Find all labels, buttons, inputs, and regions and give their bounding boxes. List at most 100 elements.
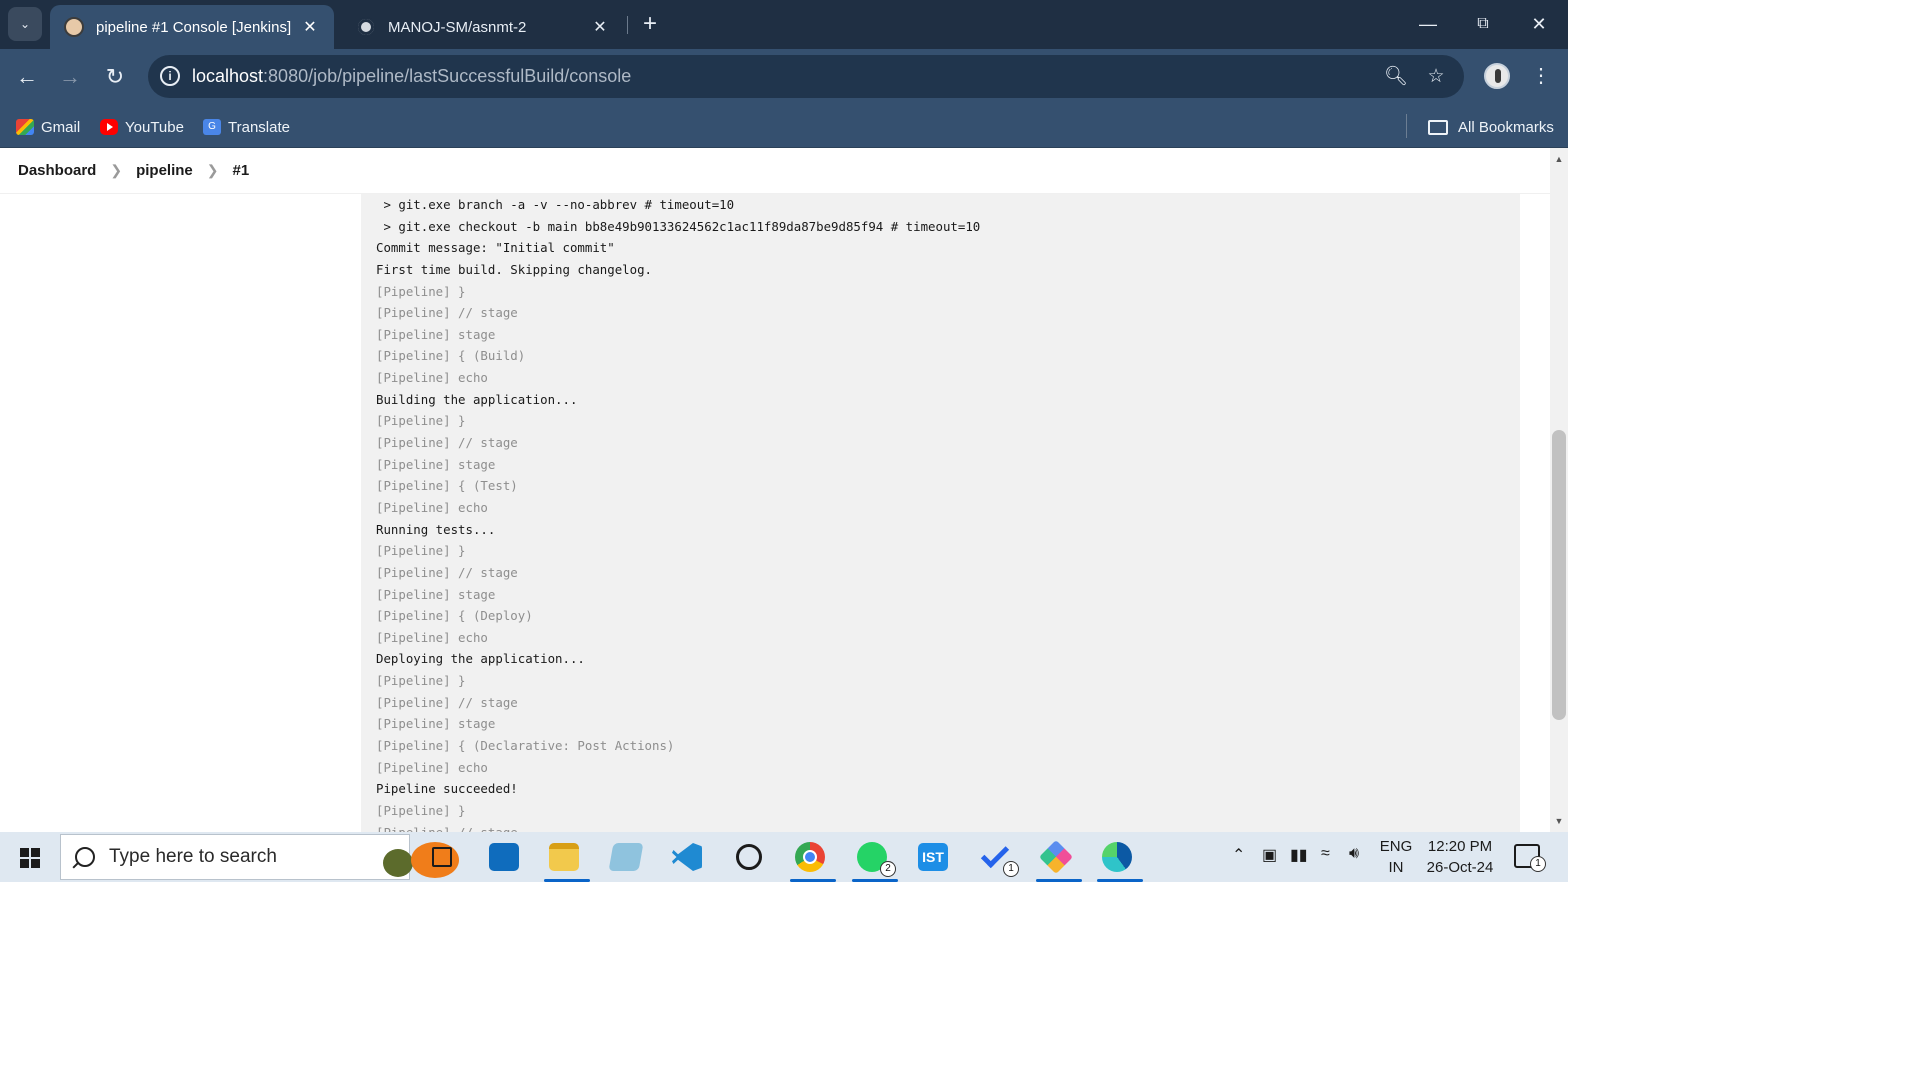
bookmark-youtube[interactable]: YouTube bbox=[100, 113, 184, 141]
breadcrumb-pipeline[interactable]: pipeline bbox=[136, 162, 193, 179]
windows-taskbar: Type here to search 2 IST 1 ⌃ ▣ ▮▮ ≈ 🔊︎ … bbox=[0, 832, 1568, 882]
console-line: [Pipeline] echo bbox=[376, 759, 488, 775]
console-line: > git.exe branch -a -v --no-abbrev # tim… bbox=[376, 197, 735, 212]
search-icon bbox=[75, 847, 95, 867]
console-line: [Pipeline] // stage bbox=[376, 435, 518, 451]
edge-icon[interactable] bbox=[1097, 837, 1143, 882]
bookmark-gmail[interactable]: Gmail bbox=[16, 113, 80, 141]
chevron-right-icon: ❯ bbox=[110, 162, 123, 178]
language-indicator[interactable]: ENG IN bbox=[1378, 836, 1414, 878]
console-line: [Pipeline] stage bbox=[376, 586, 496, 602]
console-line: [Pipeline] { (Build) bbox=[376, 348, 526, 364]
console-line: First time build. Skipping changelog. bbox=[376, 261, 653, 277]
console-line: [Pipeline] { (Declarative: Post Actions) bbox=[376, 738, 675, 754]
bookmark-translate[interactable]: G Translate bbox=[203, 113, 290, 141]
browser-titlebar: ⌄ pipeline #1 Console [Jenkins] ✕ MANOJ-… bbox=[0, 0, 1568, 49]
console-line: Pipeline succeeded! bbox=[376, 781, 518, 797]
tray-chevron-up-icon[interactable]: ⌃ bbox=[1232, 845, 1245, 865]
console-output: > git.exe branch -a -v --no-abbrev # tim… bbox=[361, 194, 1520, 832]
console-line: Building the application... bbox=[376, 391, 578, 407]
whatsapp-icon[interactable]: 2 bbox=[852, 837, 898, 882]
console-line: [Pipeline] // stage bbox=[376, 694, 518, 710]
console-line: [Pipeline] } bbox=[376, 543, 466, 559]
bookmark-star-icon[interactable]: ☆ bbox=[1423, 64, 1449, 90]
clock-time: 12:20 PM bbox=[1427, 838, 1493, 855]
tab-title: MANOJ-SM/asnmt-2 bbox=[388, 18, 527, 36]
page-scrollbar[interactable]: ▲ ▼ bbox=[1550, 148, 1568, 832]
git-app-icon[interactable] bbox=[1036, 837, 1082, 882]
taskbar-search-input[interactable]: Type here to search bbox=[60, 834, 459, 880]
vscode-icon[interactable] bbox=[667, 837, 707, 877]
search-placeholder: Type here to search bbox=[109, 846, 277, 867]
clock-date: 26-Oct-24 bbox=[1426, 859, 1494, 876]
jenkins-page: Dashboard ❯ pipeline ❯ #1 > git.exe bran… bbox=[0, 148, 1550, 832]
address-bar[interactable]: i localhost:8080/job/pipeline/lastSucces… bbox=[148, 55, 1464, 98]
zoom-magnifier-icon[interactable]: 🔍︎ bbox=[1383, 64, 1409, 90]
console-line: [Pipeline] } bbox=[376, 673, 466, 689]
meet-now-icon[interactable]: ▣ bbox=[1262, 845, 1277, 865]
battery-icon[interactable]: ▮▮ bbox=[1290, 845, 1308, 865]
chatgpt-icon[interactable] bbox=[729, 837, 769, 877]
site-info-icon[interactable]: i bbox=[160, 66, 180, 86]
youtube-icon bbox=[100, 119, 118, 135]
translate-icon: G bbox=[203, 119, 221, 135]
console-line: Running tests... bbox=[376, 521, 496, 537]
forward-arrow-icon[interactable]: → bbox=[54, 61, 86, 93]
console-line: Deploying the application... bbox=[376, 651, 585, 667]
minimize-icon[interactable]: — bbox=[1405, 8, 1451, 40]
restore-icon[interactable]: ⧉ bbox=[1460, 8, 1506, 40]
window-close-icon[interactable]: ✕ bbox=[1516, 8, 1562, 40]
windows-start-icon[interactable] bbox=[10, 844, 50, 872]
gmail-icon bbox=[16, 119, 34, 135]
url-text[interactable]: localhost:8080/job/pipeline/lastSuccessf… bbox=[192, 66, 631, 87]
folder-icon bbox=[1428, 119, 1448, 135]
console-line: [Pipeline] echo bbox=[376, 629, 488, 645]
breadcrumb-build-number[interactable]: #1 bbox=[233, 162, 250, 179]
console-line: > git.exe checkout -b main bb8e49b901336… bbox=[376, 218, 981, 234]
close-icon[interactable]: ✕ bbox=[590, 17, 610, 37]
clock[interactable]: 12:20 PM 26-Oct-24 bbox=[1424, 836, 1496, 878]
console-line: Commit message: "Initial commit" bbox=[376, 240, 615, 256]
tab-jenkins-console[interactable]: pipeline #1 Console [Jenkins] ✕ bbox=[50, 5, 334, 49]
tab-title: pipeline #1 Console [Jenkins] bbox=[96, 18, 292, 36]
all-bookmarks-button[interactable]: All Bookmarks bbox=[1428, 113, 1554, 141]
console-line: [Pipeline] // stage bbox=[376, 564, 518, 580]
console-line: [Pipeline] { (Test) bbox=[376, 478, 518, 494]
github-favicon-icon bbox=[356, 17, 376, 37]
reload-icon[interactable]: ↻ bbox=[99, 61, 131, 93]
close-icon[interactable]: ✕ bbox=[300, 17, 320, 37]
whatsapp-badge: 2 bbox=[880, 861, 896, 877]
jenkins-favicon-icon bbox=[64, 17, 84, 37]
console-line: [Pipeline] } bbox=[376, 283, 466, 299]
console-lines: > git.exe branch -a -v --no-abbrev # tim… bbox=[376, 194, 980, 832]
console-line: [Pipeline] } bbox=[376, 802, 466, 818]
chevron-right-icon: ❯ bbox=[206, 162, 219, 178]
scroll-down-icon[interactable]: ▼ bbox=[1554, 816, 1564, 826]
tab-search-button[interactable]: ⌄ bbox=[8, 7, 42, 41]
file-explorer-icon[interactable] bbox=[544, 837, 590, 882]
browser-toolbar: ← → ↻ i localhost:8080/job/pipeline/last… bbox=[0, 49, 1568, 105]
profile-avatar-icon[interactable] bbox=[1484, 63, 1510, 89]
back-arrow-icon[interactable]: ← bbox=[11, 61, 43, 93]
console-line: [Pipeline] // stage bbox=[376, 822, 980, 832]
outlook-icon[interactable] bbox=[484, 837, 524, 877]
scroll-thumb[interactable] bbox=[1552, 430, 1566, 720]
console-line: [Pipeline] stage bbox=[376, 456, 496, 472]
notification-badge: 1 bbox=[1530, 856, 1546, 872]
todo-check-icon[interactable]: 1 bbox=[975, 837, 1019, 877]
wifi-icon[interactable]: ≈ bbox=[1321, 845, 1330, 863]
chrome-icon[interactable] bbox=[790, 837, 836, 882]
notification-center-icon[interactable]: 1 bbox=[1514, 844, 1546, 872]
console-line: [Pipeline] echo bbox=[376, 499, 488, 515]
task-view-icon[interactable] bbox=[422, 837, 462, 877]
ist-app-icon[interactable]: IST bbox=[913, 837, 953, 877]
todo-badge: 1 bbox=[1003, 861, 1019, 877]
notepad-icon[interactable] bbox=[606, 837, 646, 877]
breadcrumb-dashboard[interactable]: Dashboard bbox=[18, 162, 96, 179]
tab-github-repo[interactable]: MANOJ-SM/asnmt-2 ✕ bbox=[342, 5, 624, 49]
scroll-up-icon[interactable]: ▲ bbox=[1554, 154, 1564, 164]
volume-icon[interactable]: 🔊︎ bbox=[1349, 845, 1359, 863]
more-menu-icon[interactable]: ⋮ bbox=[1528, 61, 1554, 91]
new-tab-plus-icon[interactable]: + bbox=[636, 10, 664, 38]
console-line: [Pipeline] } bbox=[376, 413, 466, 429]
